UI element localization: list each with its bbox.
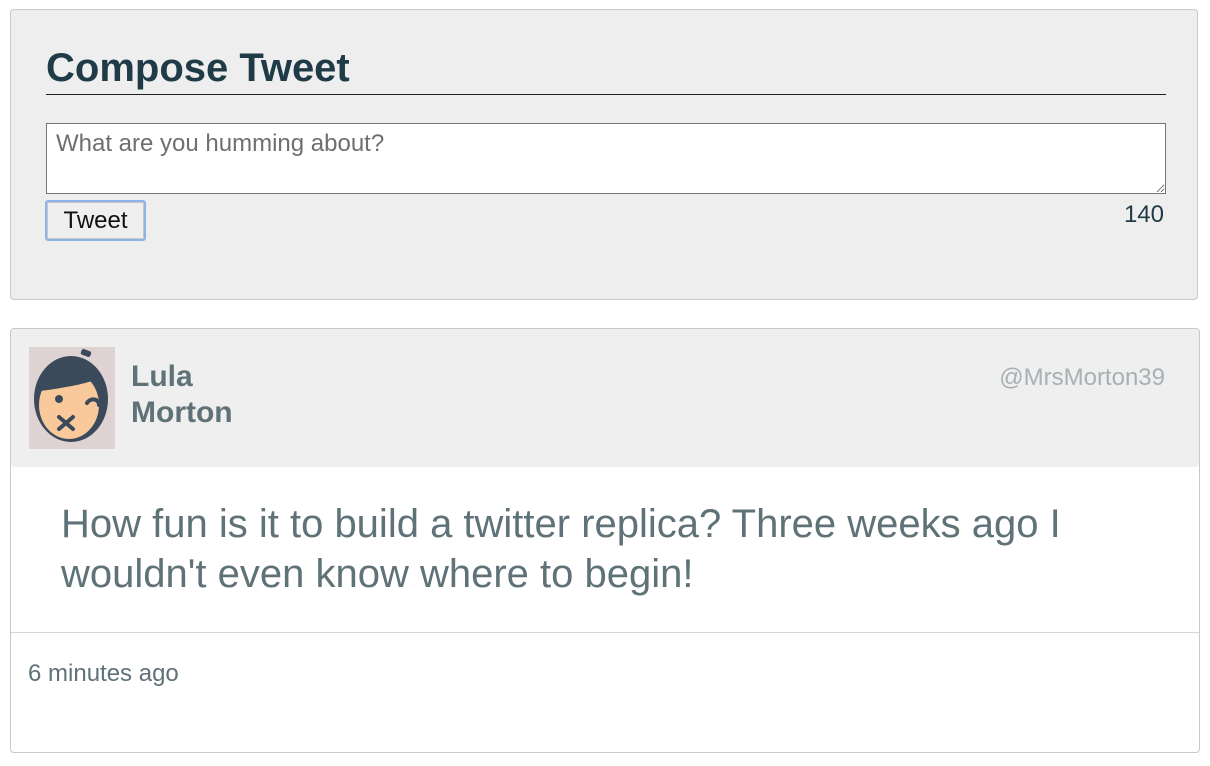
- compose-title: Compose Tweet: [46, 46, 350, 90]
- author-first-name: Lula: [131, 360, 193, 393]
- tweet-body: How fun is it to build a twitter replica…: [61, 502, 1061, 596]
- avatar: [29, 347, 115, 449]
- tweet-button[interactable]: Tweet: [45, 200, 146, 241]
- tweet-timestamp: 6 minutes ago: [28, 660, 179, 687]
- tweet-card: Lula Morton @MrsMorton39 How fun is it t…: [10, 328, 1200, 753]
- author-last-name: Morton: [131, 396, 233, 429]
- tweet-footer-divider: [11, 632, 1199, 633]
- smiling-face-avatar-icon: [29, 347, 115, 449]
- compose-title-divider: [46, 94, 1166, 95]
- tweet-header: Lula Morton @MrsMorton39: [11, 329, 1199, 467]
- compose-tweet-panel: Compose Tweet Tweet 140: [10, 9, 1198, 300]
- author-handle: @MrsMorton39: [999, 364, 1165, 391]
- character-counter: 140: [1123, 201, 1164, 228]
- author-name: Lula Morton: [131, 359, 311, 431]
- tweet-text-input[interactable]: [46, 123, 1166, 194]
